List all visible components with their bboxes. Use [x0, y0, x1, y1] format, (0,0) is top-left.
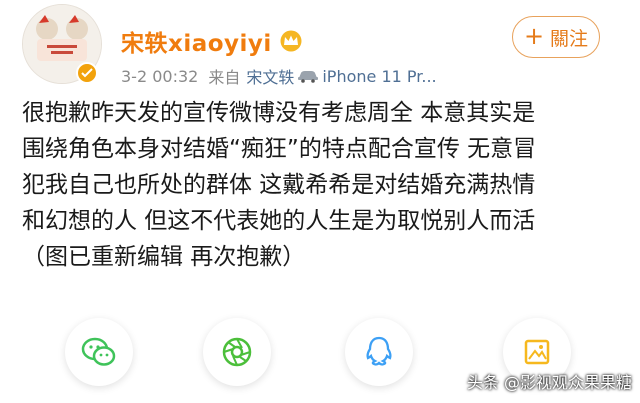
watermark: 头条 @影视观众果果糖 [466, 373, 632, 392]
source-name: 宋文轶 [246, 68, 295, 87]
share-moments-button[interactable] [203, 318, 271, 386]
verified-badge-icon [76, 62, 98, 84]
car-icon [298, 71, 319, 83]
wechat-icon [81, 337, 116, 366]
username[interactable]: 宋轶xiaoyiyi [121, 24, 272, 58]
share-qq-button[interactable] [345, 318, 413, 386]
post-text: 很抱歉昨天发的宣传微博没有考虑周全 本意其实是 围绕角色本身对结婚“痴狂”的特点… [22, 100, 537, 270]
follow-button[interactable]: + 關注 [512, 16, 600, 58]
crown-icon [280, 30, 302, 52]
moments-icon [222, 337, 252, 367]
device-name: iPhone 11 Pr... [322, 66, 437, 86]
post-meta: 3-2 00:32 来自 宋文轶 iPhone 11 Pr... [121, 64, 437, 88]
plus-icon: + [523, 22, 545, 50]
qzone-icon [524, 339, 550, 365]
follow-label: 關注 [550, 27, 589, 50]
username-row: 宋轶xiaoyiyi [121, 24, 304, 58]
post-source[interactable]: 宋文轶 iPhone 11 Pr... [246, 64, 436, 88]
post-time: 3-2 00:32 [121, 66, 199, 86]
share-wechat-button[interactable] [65, 318, 133, 386]
qq-icon [366, 336, 392, 366]
from-label: 来自 [208, 68, 241, 87]
